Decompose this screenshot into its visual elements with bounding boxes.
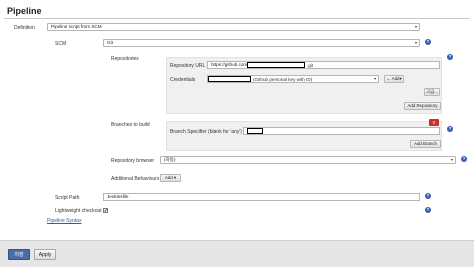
scm-help-icon[interactable]: ? xyxy=(425,39,431,45)
section-divider xyxy=(4,18,470,19)
definition-select-value: Pipeline script from SCM xyxy=(51,24,102,29)
repository-url-prefix: https://github.com/ xyxy=(211,62,249,67)
add-branch-button[interactable]: Add Branch xyxy=(410,140,441,148)
scm-select-value: Git xyxy=(107,40,113,45)
branches-label: Branches to build xyxy=(111,122,150,128)
branches-help-icon[interactable]: ? xyxy=(447,126,453,132)
lightweight-checkout-checkbox[interactable]: ✔ xyxy=(103,208,108,213)
chevron-down-icon: ▾ xyxy=(373,76,376,81)
repositories-help-icon[interactable]: ? xyxy=(447,54,453,60)
add-behaviour-button[interactable]: Add ▾ xyxy=(160,174,181,182)
repository-browser-label: Repository browser xyxy=(111,158,155,164)
lightweight-checkout-label: Lightweight checkout xyxy=(55,208,102,214)
credentials-label: Credentials xyxy=(170,77,196,83)
section-title: Pipeline xyxy=(7,6,42,16)
repository-browser-help-icon[interactable]: ? xyxy=(461,156,467,162)
chevron-down-icon: ▾ xyxy=(450,157,453,162)
repository-url-suffix: .git xyxy=(307,63,314,68)
repository-url-label: Repository URL xyxy=(170,63,206,69)
credentials-value: (Github personal key with ID) xyxy=(253,77,313,82)
redacted-branch-name xyxy=(247,128,263,134)
pipeline-syntax-link[interactable]: Pipeline Syntax xyxy=(47,218,81,224)
chevron-down-icon: ▾ xyxy=(414,24,417,29)
script-path-help-icon[interactable]: ? xyxy=(425,193,431,199)
branch-specifier-label: Branch Specifier (blank for 'any') xyxy=(170,129,242,135)
script-path-input[interactable]: Jenkinsfile xyxy=(103,193,420,201)
branch-specifier-input[interactable]: */ xyxy=(243,127,440,135)
save-button[interactable]: 저장 xyxy=(8,249,30,260)
chevron-down-icon: ▾ xyxy=(414,40,417,45)
definition-select[interactable]: Pipeline script from SCM ▾ xyxy=(47,23,420,31)
footer-bar xyxy=(0,240,474,267)
branch-panel xyxy=(166,121,442,151)
scm-label: SCM xyxy=(55,41,67,47)
redacted-repo-name xyxy=(247,62,305,68)
add-credentials-button[interactable]: ← Add▾ xyxy=(384,75,404,83)
redacted-credential-name xyxy=(208,76,251,82)
additional-behaviours-label: Additional Behaviours xyxy=(111,176,160,182)
script-path-value: Jenkinsfile xyxy=(107,194,129,199)
script-path-label: Script Path xyxy=(55,195,80,201)
delete-branch-button[interactable]: X xyxy=(429,119,439,126)
repository-url-input[interactable]: https://github.com/ xyxy=(207,61,440,69)
add-repository-button[interactable]: Add Repository xyxy=(404,102,441,110)
advanced-button[interactable]: 고급... xyxy=(424,88,440,96)
repositories-label: Repositories xyxy=(111,56,139,62)
definition-label: Definition xyxy=(14,25,35,31)
lightweight-checkout-help-icon[interactable]: ? xyxy=(425,207,431,213)
repository-browser-value: (자동) xyxy=(164,157,176,162)
repository-browser-select[interactable]: (자동) ▾ xyxy=(160,156,456,164)
scm-select[interactable]: Git ▾ xyxy=(103,39,420,47)
apply-button[interactable]: Apply xyxy=(34,249,56,260)
